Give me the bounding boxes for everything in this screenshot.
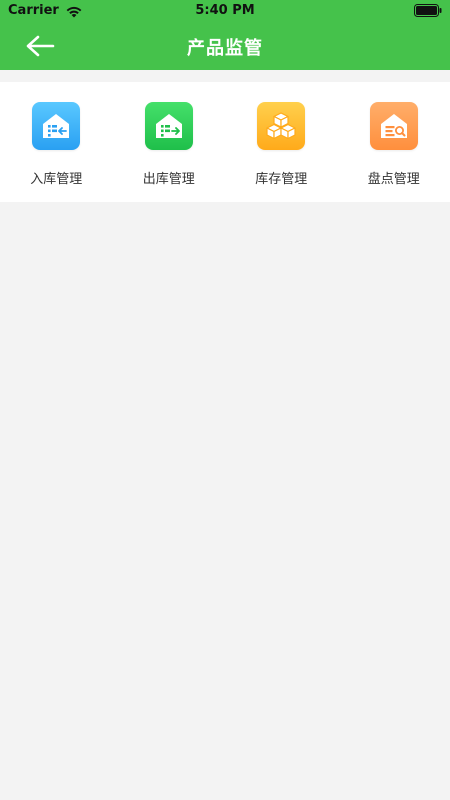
warehouse-in-icon xyxy=(32,102,80,150)
menu-label: 盘点管理 xyxy=(367,172,420,187)
menu-item-stocktake[interactable]: 盘点管理 xyxy=(338,82,450,202)
inventory-boxes-icon xyxy=(257,102,305,150)
status-bar: Carrier 5:40 PM xyxy=(0,0,450,22)
stocktake-search-icon xyxy=(369,102,418,150)
nav-bar: 产品监管 xyxy=(0,22,450,70)
status-time: 5:40 PM xyxy=(195,3,255,18)
menu-label: 库存管理 xyxy=(255,172,308,187)
warehouse-out-icon xyxy=(144,102,193,150)
menu-panel: 入库管理 出库管理 库存管理 盘点管理 xyxy=(0,82,450,202)
menu-item-outbound[interactable]: 出库管理 xyxy=(113,82,226,202)
menu-item-inbound[interactable]: 入库管理 xyxy=(0,82,113,202)
menu-label: 出库管理 xyxy=(142,172,195,187)
battery-icon xyxy=(414,4,442,17)
app-screen: Carrier 5:40 PM 产品监管 入库管理 出库管理 库存管理 盘点管理 xyxy=(0,0,450,800)
menu-label: 入库管理 xyxy=(30,172,83,187)
menu-item-inventory[interactable]: 库存管理 xyxy=(225,82,338,202)
page-title: 产品监管 xyxy=(187,38,263,59)
header: Carrier 5:40 PM 产品监管 xyxy=(0,0,450,70)
